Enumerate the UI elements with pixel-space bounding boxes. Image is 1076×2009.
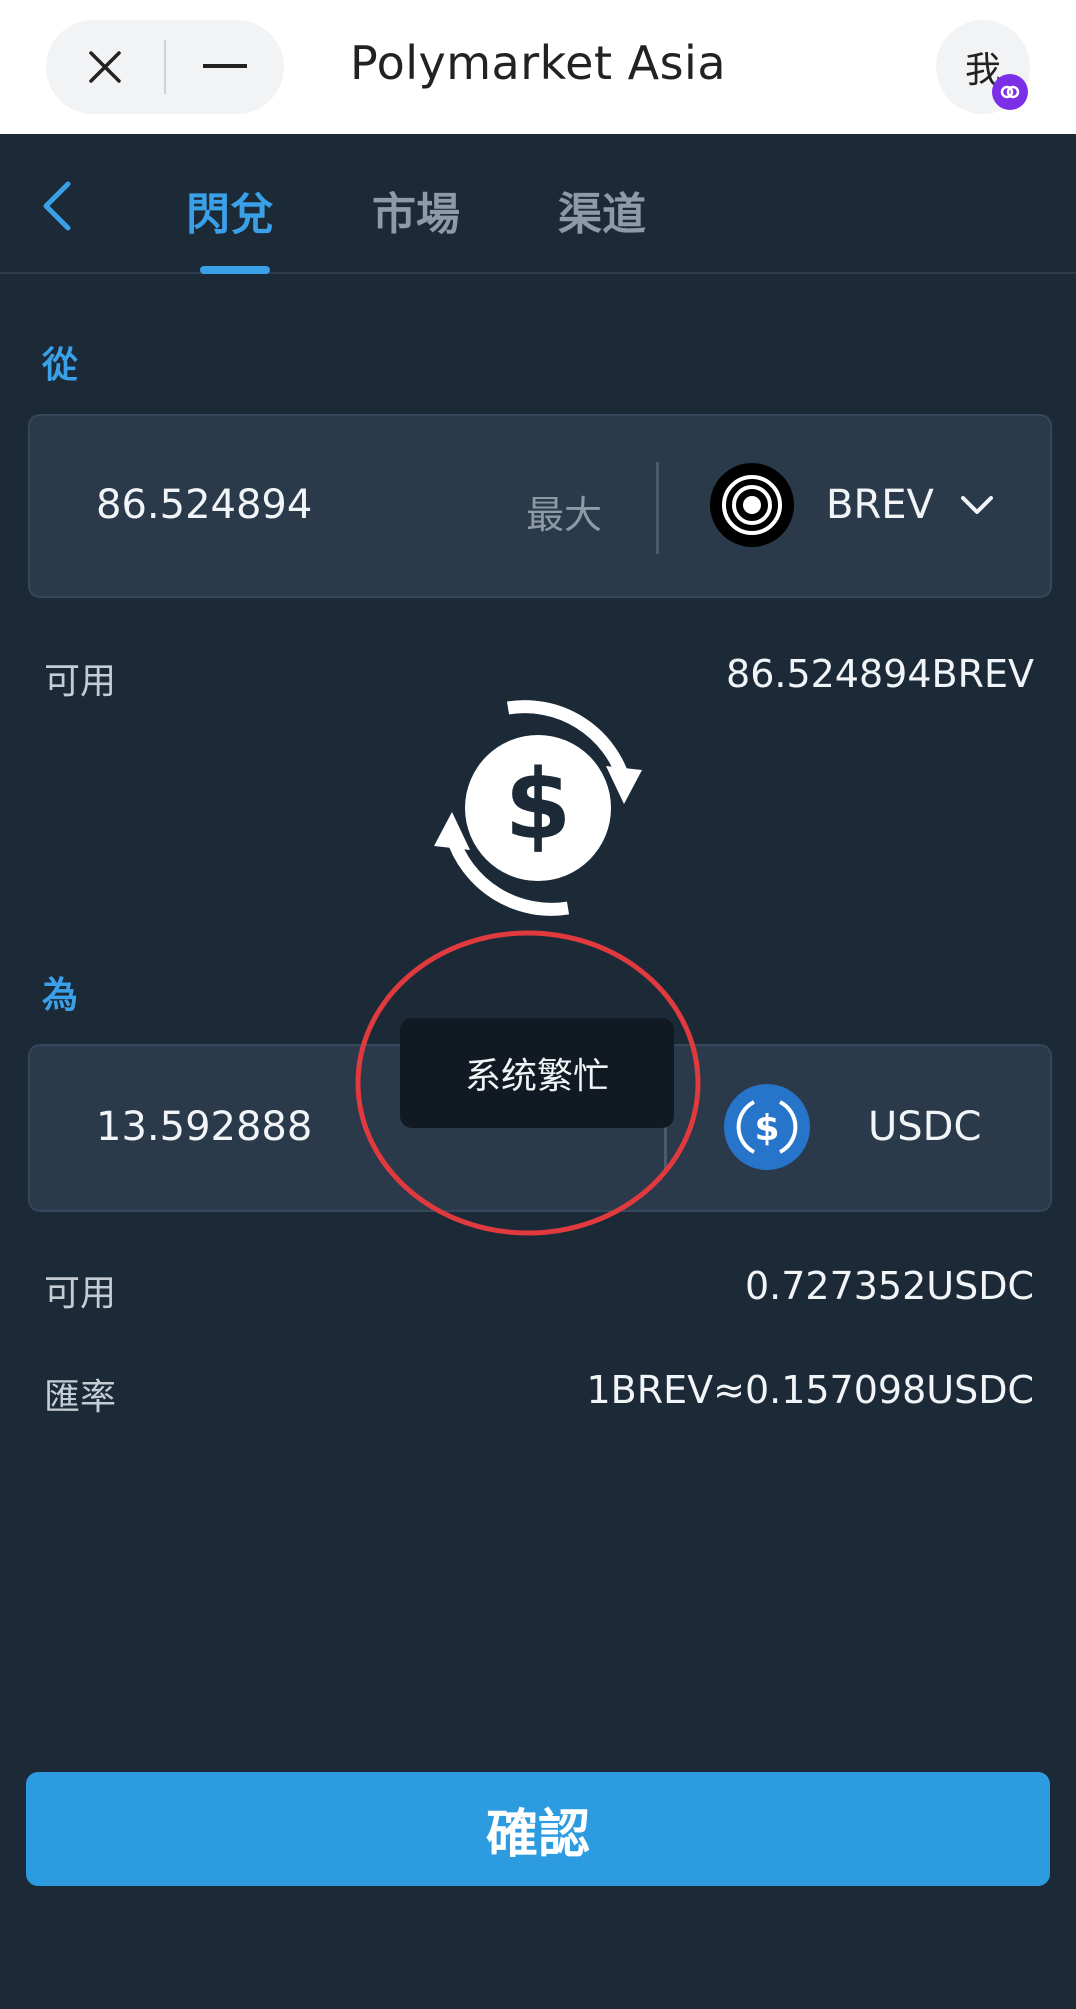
tab-market[interactable]: 市場 xyxy=(372,178,460,242)
divider xyxy=(656,462,659,554)
usdc-token-icon: $ xyxy=(724,1084,810,1170)
rate-label: 匯率 xyxy=(44,1377,117,1418)
back-button[interactable] xyxy=(36,176,76,236)
from-input-box: 86.524894 最大 BREV xyxy=(28,414,1052,598)
app-title: Polymarket Asia xyxy=(349,36,727,90)
svg-text:$: $ xyxy=(505,749,572,861)
swap-dollar-icon: $ xyxy=(434,700,642,916)
annotation-circle xyxy=(355,930,701,1236)
chevron-left-icon xyxy=(43,181,71,231)
rate-value: 1BREV≈0.157098USDC xyxy=(586,1368,1034,1412)
to-available-label: 可用 xyxy=(44,1273,117,1314)
from-label: 從 xyxy=(42,345,79,386)
chevron-down-icon xyxy=(960,496,993,514)
confirm-button[interactable]: 確認 xyxy=(26,1772,1050,1886)
tab-bar: 閃兌 市場 渠道 xyxy=(0,134,1076,274)
from-token-selector[interactable]: BREV xyxy=(710,462,994,548)
profile-button[interactable]: 我 xyxy=(936,20,1030,114)
to-amount-value: 13.592888 xyxy=(96,1104,313,1150)
from-available-value: 86.524894BREV xyxy=(726,652,1034,696)
link-badge-icon xyxy=(992,74,1028,110)
svg-text:$: $ xyxy=(754,1108,779,1149)
swap-direction-button[interactable]: $ xyxy=(428,698,648,918)
from-token-name: BREV xyxy=(826,482,934,528)
to-token-name: USDC xyxy=(868,1104,982,1150)
from-amount-input[interactable]: 86.524894 xyxy=(96,482,312,528)
tab-swap[interactable]: 閃兌 xyxy=(186,178,274,242)
app-top-bar: Polymarket Asia 我 xyxy=(0,0,1076,134)
active-tab-indicator xyxy=(200,266,270,274)
to-token-selector[interactable]: $ USDC xyxy=(724,1084,981,1170)
from-available-label: 可用 xyxy=(44,661,117,702)
to-label: 為 xyxy=(42,975,79,1016)
max-button[interactable]: 最大 xyxy=(526,484,602,539)
to-available-value: 0.727352USDC xyxy=(744,1264,1034,1308)
brev-token-icon xyxy=(710,463,794,547)
tab-channel[interactable]: 渠道 xyxy=(558,178,646,242)
